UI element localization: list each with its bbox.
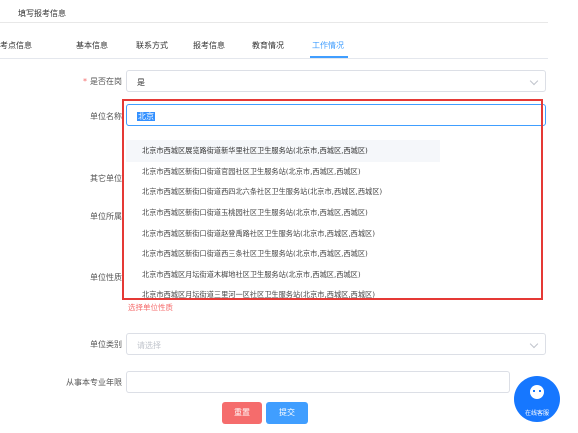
unit-nature-error: 选择单位性质	[128, 303, 173, 312]
chat-label: 在线客服	[524, 410, 549, 417]
unit-name-label: 单位名称	[90, 112, 122, 121]
tab-application[interactable]: 报考信息	[193, 40, 225, 51]
dropdown-option[interactable]: 北京市西城区月坛街道三里河一区社区卫生服务站(北京市,西城区,西城区)	[142, 290, 375, 300]
employed-label: * 是否在岗	[83, 77, 122, 86]
years-input[interactable]	[126, 371, 510, 393]
tab-exam-site[interactable]: 考点信息	[0, 40, 32, 51]
tab-basic-info[interactable]: 基本信息	[76, 40, 108, 51]
unit-name-input[interactable]: 北京	[126, 104, 546, 126]
tab-contact[interactable]: 联系方式	[136, 40, 168, 51]
unit-category-select[interactable]: 请选择	[126, 333, 546, 355]
online-chat-button[interactable]: 在线客服	[514, 376, 560, 422]
submit-button[interactable]: 提交	[266, 402, 308, 424]
dropdown-option[interactable]: 北京市西城区新街口街道玉桃园社区卫生服务站(北京市,西城区,西城区)	[142, 208, 368, 218]
page-title: 填写报考信息	[18, 9, 66, 18]
dropdown-option[interactable]: 北京市西城区新街口街道西四北六条社区卫生服务站(北京市,西城区,西城区)	[142, 187, 382, 197]
employed-select[interactable]: 是	[126, 70, 546, 92]
dropdown-option[interactable]: 北京市西城区新街口街道官园社区卫生服务站(北京市,西城区,西城区)	[142, 167, 361, 177]
tab-education[interactable]: 教育情况	[252, 40, 284, 51]
tab-bar: 考点信息 基本信息 联系方式 报考信息 教育情况 工作情况	[0, 40, 548, 58]
unit-location-label: 单位所属	[90, 212, 122, 221]
dropdown-option[interactable]: 北京市西城区月坛街道木樨地社区卫生服务站(北京市,西城区,西城区)	[142, 270, 361, 280]
header-divider	[0, 22, 548, 23]
dropdown-option[interactable]: 北京市西城区新街口街道赵登禹路社区卫生服务站(北京市,西城区,西城区)	[142, 229, 375, 239]
unit-category-label: 单位类别	[90, 340, 122, 349]
chevron-down-icon	[529, 76, 539, 86]
unit-name-dropdown: 北京市西城区展览路街道新华里社区卫生服务站(北京市,西城区,西城区) 北京市西城…	[126, 132, 440, 300]
unit-category-placeholder: 请选择	[137, 341, 161, 350]
years-label: 从事本专业年限	[66, 378, 122, 387]
required-marker: *	[83, 77, 87, 86]
unit-name-value: 北京	[137, 112, 155, 121]
tab-divider	[0, 58, 548, 59]
unit-nature-label: 单位性质	[90, 273, 122, 282]
employed-value: 是	[137, 78, 145, 87]
chat-bubble-icon	[530, 385, 544, 399]
dropdown-option[interactable]: 北京市西城区展览路街道新华里社区卫生服务站(北京市,西城区,西城区)	[142, 146, 368, 156]
reset-button[interactable]: 重置	[222, 402, 262, 424]
dropdown-option[interactable]: 北京市西城区新街口街道西三条社区卫生服务站(北京市,西城区,西城区)	[142, 249, 368, 259]
chevron-down-icon	[529, 339, 539, 349]
other-unit-label: 其它单位	[90, 174, 122, 183]
tab-work[interactable]: 工作情况	[312, 40, 344, 51]
